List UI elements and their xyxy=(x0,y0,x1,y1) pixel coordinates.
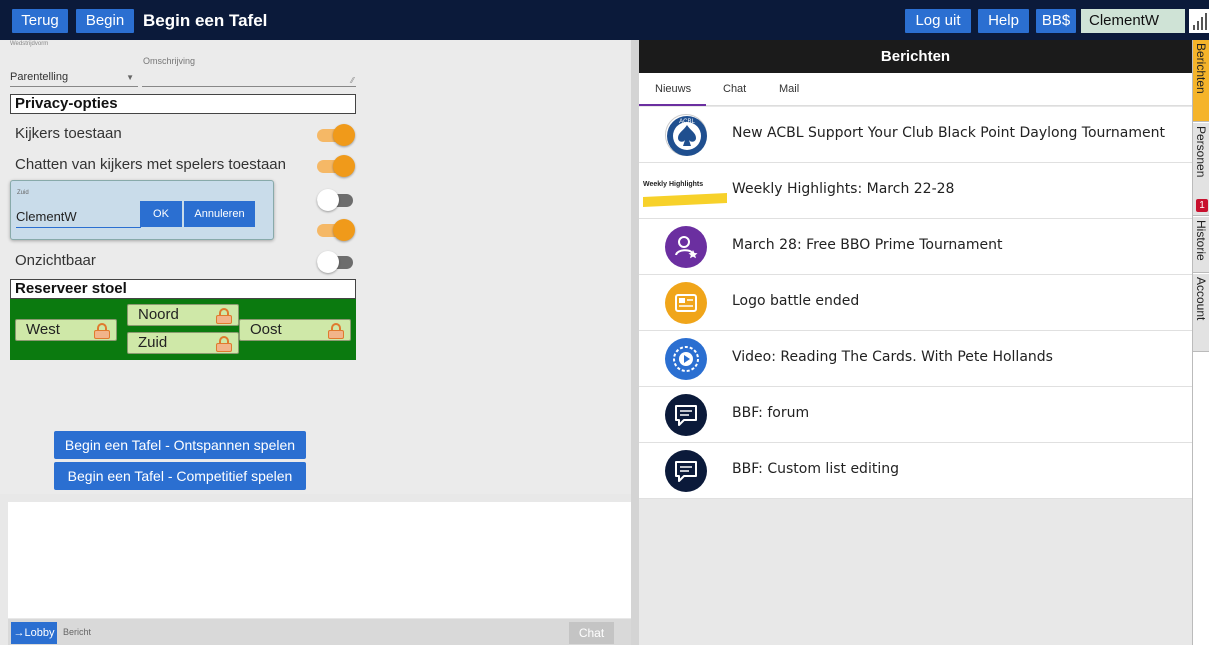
seat-east[interactable]: Oost xyxy=(239,319,351,341)
weekly-highlights-banner: Weekly Highlights xyxy=(643,181,727,211)
lock-icon xyxy=(216,308,232,324)
invisible-label: Onzichtbaar xyxy=(15,252,96,269)
side-tabs: Berichten Personen 1 Historie Account xyxy=(1192,40,1209,645)
start-relaxed-table-button[interactable]: Begin een Tafel - Ontspannen spelen xyxy=(54,431,306,459)
news-item[interactable]: ACBL New ACBL Support Your Club Black Po… xyxy=(639,107,1192,163)
tab-mail[interactable]: Mail xyxy=(779,83,799,95)
seat-west-label: West xyxy=(26,321,60,338)
side-tab-people-label: Personen xyxy=(1194,126,1208,178)
news-item[interactable]: March 28: Free BBO Prime Tournament xyxy=(639,219,1192,275)
kibitzer-chat-label: Chatten van kijkers met spelers toestaan xyxy=(15,156,286,173)
user-star-icon xyxy=(665,226,707,268)
lock-icon xyxy=(216,336,232,352)
chat-bar: →Lobby Bericht Chat xyxy=(8,619,631,645)
active-tab-indicator xyxy=(639,104,706,106)
seat-reservation-area: West Noord Zuid Oost xyxy=(10,299,356,360)
omschrijving-label: Omschrijving xyxy=(143,56,196,66)
news-title: Weekly Highlights: March 22-28 xyxy=(732,181,955,197)
page-title: Begin een Tafel xyxy=(143,11,268,30)
reserve-seat-header: Reserveer stoel xyxy=(10,279,356,299)
lock-icon xyxy=(94,323,110,339)
side-tab-messages-label: Berichten xyxy=(1194,43,1208,94)
news-item[interactable]: Logo battle ended xyxy=(639,275,1192,331)
home-button[interactable]: Begin xyxy=(76,9,134,33)
reserve-seat-popup: Zuid OK Annuleren xyxy=(10,180,274,240)
player-name-input[interactable] xyxy=(16,206,141,228)
wedstrijdvorm-value: Parentelling xyxy=(10,71,69,83)
logout-button[interactable]: Log uit xyxy=(905,9,971,33)
seat-south[interactable]: Zuid xyxy=(127,332,239,354)
back-button[interactable]: Terug xyxy=(12,9,68,33)
side-tab-people[interactable]: Personen 1 xyxy=(1193,123,1209,216)
option-4-toggle[interactable] xyxy=(317,219,355,241)
video-play-icon xyxy=(665,338,707,380)
news-title: Logo battle ended xyxy=(732,293,860,309)
messages-tabs: Nieuws Chat Mail xyxy=(639,73,1192,106)
seat-east-label: Oost xyxy=(250,321,282,338)
seat-south-label: Zuid xyxy=(138,334,168,351)
kibitzer-chat-toggle[interactable] xyxy=(317,155,355,177)
panel-divider[interactable] xyxy=(631,40,639,645)
news-item[interactable]: BBF: Custom list editing xyxy=(639,443,1192,499)
wedstrijdvorm-select[interactable]: Parentelling ▼ xyxy=(10,69,138,87)
acbl-icon-text: ACBL xyxy=(679,119,695,125)
seat-north-label: Noord xyxy=(138,306,179,323)
username-display[interactable]: ClementW xyxy=(1081,9,1185,33)
tab-news[interactable]: Nieuws xyxy=(655,83,691,95)
news-title: March 28: Free BBO Prime Tournament xyxy=(732,237,1003,253)
messages-header: Berichten xyxy=(639,40,1192,73)
chat-log xyxy=(8,502,631,618)
image-card-icon xyxy=(665,282,707,324)
signal-strength-icon xyxy=(1189,9,1209,33)
cancel-button[interactable]: Annuleren xyxy=(184,201,255,227)
allow-kibitzers-toggle[interactable] xyxy=(317,124,355,146)
help-button[interactable]: Help xyxy=(978,9,1029,33)
start-competitive-table-button[interactable]: Begin een Tafel - Competitief spelen xyxy=(54,462,306,490)
omschrijving-input[interactable]: ⁄⁄ xyxy=(142,69,356,87)
side-tab-account[interactable]: Account xyxy=(1193,274,1209,352)
tab-chat[interactable]: Chat xyxy=(723,83,746,95)
weekly-highlights-banner-text: Weekly Highlights xyxy=(643,181,704,188)
caret-down-icon: ▼ xyxy=(126,73,134,82)
seat-north[interactable]: Noord xyxy=(127,304,239,326)
news-title: BBF: Custom list editing xyxy=(732,461,899,477)
news-title: New ACBL Support Your Club Black Point D… xyxy=(732,125,1165,141)
news-list: ACBL New ACBL Support Your Club Black Po… xyxy=(639,107,1192,499)
invisible-toggle[interactable] xyxy=(317,251,355,273)
seat-label: Zuid xyxy=(17,190,29,196)
side-tab-history-label: Historie xyxy=(1194,220,1208,261)
news-title: BBF: forum xyxy=(732,405,810,421)
side-tab-account-label: Account xyxy=(1194,277,1208,321)
messages-empty-area xyxy=(639,499,1192,645)
side-tab-history[interactable]: Historie xyxy=(1193,217,1209,273)
chat-send-button[interactable]: Chat xyxy=(569,622,614,644)
notification-badge: 1 xyxy=(1196,199,1208,212)
lobby-button[interactable]: →Lobby xyxy=(11,622,57,644)
option-3-toggle[interactable] xyxy=(317,189,355,211)
news-item[interactable]: Video: Reading The Cards. With Pete Holl… xyxy=(639,331,1192,387)
table-setup-panel: Wedstrijdvorm Omschrijving Parentelling … xyxy=(0,40,631,494)
wedstrijdvorm-label: Wedstrijdvorm xyxy=(10,41,49,47)
top-bar: Terug Begin Begin een Tafel Log uit Help… xyxy=(0,0,1209,40)
chat-bubble-icon xyxy=(665,394,707,436)
news-item[interactable]: BBF: forum xyxy=(639,387,1192,443)
privacy-options-header: Privacy-opties xyxy=(10,94,356,114)
allow-kibitzers-label: Kijkers toestaan xyxy=(15,125,122,142)
chat-message-input[interactable]: Bericht xyxy=(63,627,91,637)
seat-west[interactable]: West xyxy=(15,319,117,341)
ok-button[interactable]: OK xyxy=(140,201,182,227)
bb-dollars-button[interactable]: BB$ xyxy=(1036,9,1076,33)
news-item[interactable]: Weekly Highlights Weekly Highlights: Mar… xyxy=(639,163,1192,219)
news-title: Video: Reading The Cards. With Pete Holl… xyxy=(732,349,1053,365)
chat-bubble-icon xyxy=(665,450,707,492)
resize-grip-icon: ⁄⁄ xyxy=(351,76,354,85)
side-tab-messages[interactable]: Berichten xyxy=(1193,40,1209,122)
acbl-logo-icon: ACBL xyxy=(665,114,707,156)
lock-icon xyxy=(328,323,344,339)
